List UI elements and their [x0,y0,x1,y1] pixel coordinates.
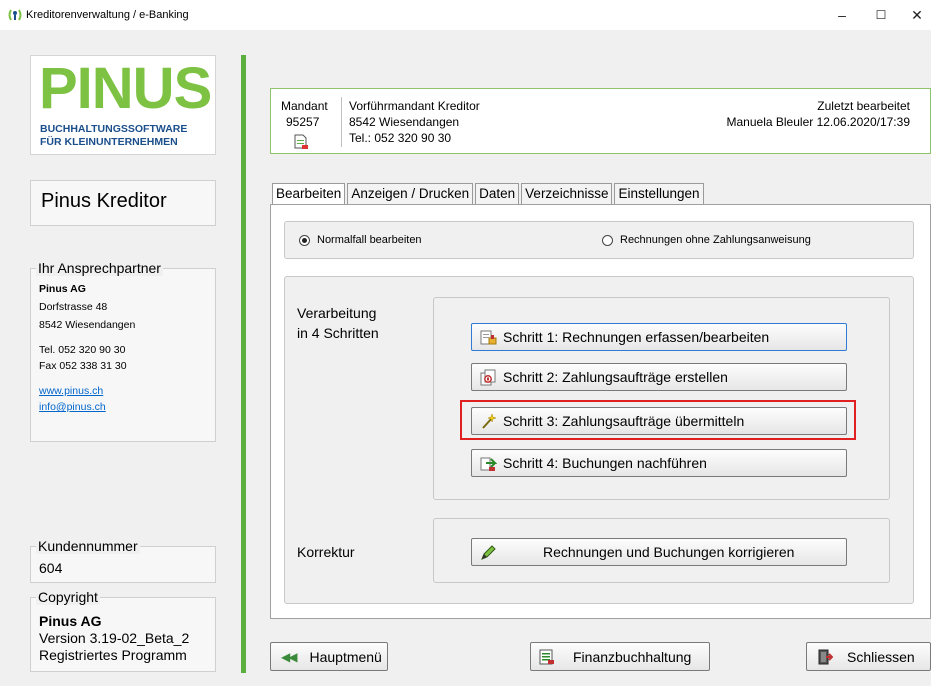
contact-group: Ihr Ansprechpartner Pinus AG Dorfstrasse… [30,260,216,442]
step2-label: Schritt 2: Zahlungsaufträge erstellen [503,369,728,385]
processing-label-line1: Verarbeitung [297,305,377,321]
mandant-info: Mandant 95257 Vorführmandant Kreditor 85… [270,88,931,154]
customer-number-value: 604 [39,560,63,576]
email-link[interactable]: info@pinus.ch [39,401,106,413]
main-menu-label: Hauptmenü [309,648,382,665]
info-divider [341,97,342,147]
minimize-button[interactable]: – [830,4,854,26]
contact-company: Pinus AG [39,283,86,295]
step4-button[interactable]: Schritt 4: Buchungen nachführen [471,449,847,477]
mode-selection: Normalfall bearbeiten Rechnungen ohne Za… [284,221,914,259]
tab-einstellungen[interactable]: Einstellungen [614,183,704,204]
step4-label: Schritt 4: Buchungen nachführen [503,455,707,471]
finance-label: Finanzbuchhaltung [573,648,692,665]
title-bar: Kreditorenverwaltung / e-Banking – ☐ ✕ [0,0,931,30]
correction-label: Korrektur [297,544,355,560]
correction-button[interactable]: Rechnungen und Buchungen korrigieren [471,538,847,566]
contact-city: 8542 Wiesendangen [39,319,136,331]
document-edit-icon[interactable] [293,134,309,150]
payment-order-icon [480,369,496,385]
contact-tel: Tel. 052 320 90 30 [39,344,126,356]
mandant-number: 95257 [286,115,320,129]
finance-button[interactable]: Finanzbuchhaltung [530,642,710,671]
copyright-legend: Copyright [36,589,100,605]
processing-panel: Verarbeitung in 4 Schritten Schritt 1: R… [284,276,914,604]
window-title: Kreditorenverwaltung / e-Banking [26,9,189,21]
contact-legend: Ihr Ansprechpartner [36,260,163,276]
main-menu-button[interactable]: ◀◀ Hauptmenü [270,642,388,671]
ledger-icon [539,649,554,664]
step3-button[interactable]: Schritt 3: Zahlungsaufträge übermitteln [471,407,847,435]
registration-status: Registriertes Programm [39,647,187,663]
tab-anzeigen-drucken[interactable]: Anzeigen / Drucken [347,183,474,204]
tab-verzeichnisse[interactable]: Verzeichnisse [521,183,613,204]
mandant-name: Vorführmandant Kreditor [349,99,480,113]
customer-number-group: Kundennummer 604 [30,538,216,583]
radio-normal-label[interactable]: Normalfall bearbeiten [317,234,422,246]
customer-number-legend: Kundennummer [36,538,140,554]
correction-button-label: Rechnungen und Buchungen korrigieren [543,544,795,560]
bookings-icon [480,457,497,471]
app-icon [8,9,22,21]
close-label: Schliessen [847,648,915,665]
copyright-company: Pinus AG [39,613,102,629]
processing-label-line2: in 4 Schritten [297,325,379,341]
rewind-icon: ◀◀ [281,649,298,664]
website-link[interactable]: www.pinus.ch [39,385,103,397]
contact-fax: Fax 052 338 31 30 [39,360,127,372]
tab-bearbeiten[interactable]: Bearbeiten [272,183,346,204]
mandant-city: 8542 Wiesendangen [349,115,460,129]
tab-daten[interactable]: Daten [475,183,520,204]
copyright-group: Copyright Pinus AG Version 3.19-02_Beta_… [30,589,216,672]
step3-label: Schritt 3: Zahlungsaufträge übermitteln [503,413,745,429]
radio-without-payment-label[interactable]: Rechnungen ohne Zahlungsanweisung [620,234,811,246]
logo-subtitle-1: BUCHHALTUNGSSOFTWARE [40,123,188,135]
pinus-logo: PINUS BUCHHALTUNGSSOFTWARE FÜR KLEINUNTE… [30,55,216,155]
divider-bar [241,55,246,673]
step1-label: Schritt 1: Rechnungen erfassen/bearbeite… [503,329,770,345]
tab-bar: Bearbeiten Anzeigen / Drucken Daten Verz… [272,183,706,204]
step2-button[interactable]: Schritt 2: Zahlungsaufträge erstellen [471,363,847,391]
last-edited-label: Zuletzt bearbeitet [817,99,910,113]
mandant-tel: Tel.: 052 320 90 30 [349,131,452,145]
product-name: Pinus Kreditor [30,180,216,226]
last-edited-value: Manuela Bleuler 12.06.2020/17:39 [726,115,910,129]
maximize-button[interactable]: ☐ [869,4,893,26]
logo-wordmark: PINUS [39,56,212,121]
magic-wand-icon [482,412,497,429]
close-window-button[interactable]: ✕ [905,4,929,26]
version-text: Version 3.19-02_Beta_2 [39,630,190,646]
logo-subtitle-2: FÜR KLEINUNTERNEHMEN [40,136,178,148]
mandant-label: Mandant [281,99,328,113]
pencil-icon [481,544,496,560]
close-button[interactable]: Schliessen [806,642,931,671]
radio-without-payment[interactable] [602,235,613,246]
exit-door-icon [818,649,833,664]
step1-button[interactable]: Schritt 1: Rechnungen erfassen/bearbeite… [471,323,847,351]
invoice-edit-icon [480,330,497,344]
processing-label: Verarbeitung in 4 Schritten [297,303,379,343]
contact-street: Dorfstrasse 48 [39,301,108,313]
radio-normal[interactable] [299,235,310,246]
